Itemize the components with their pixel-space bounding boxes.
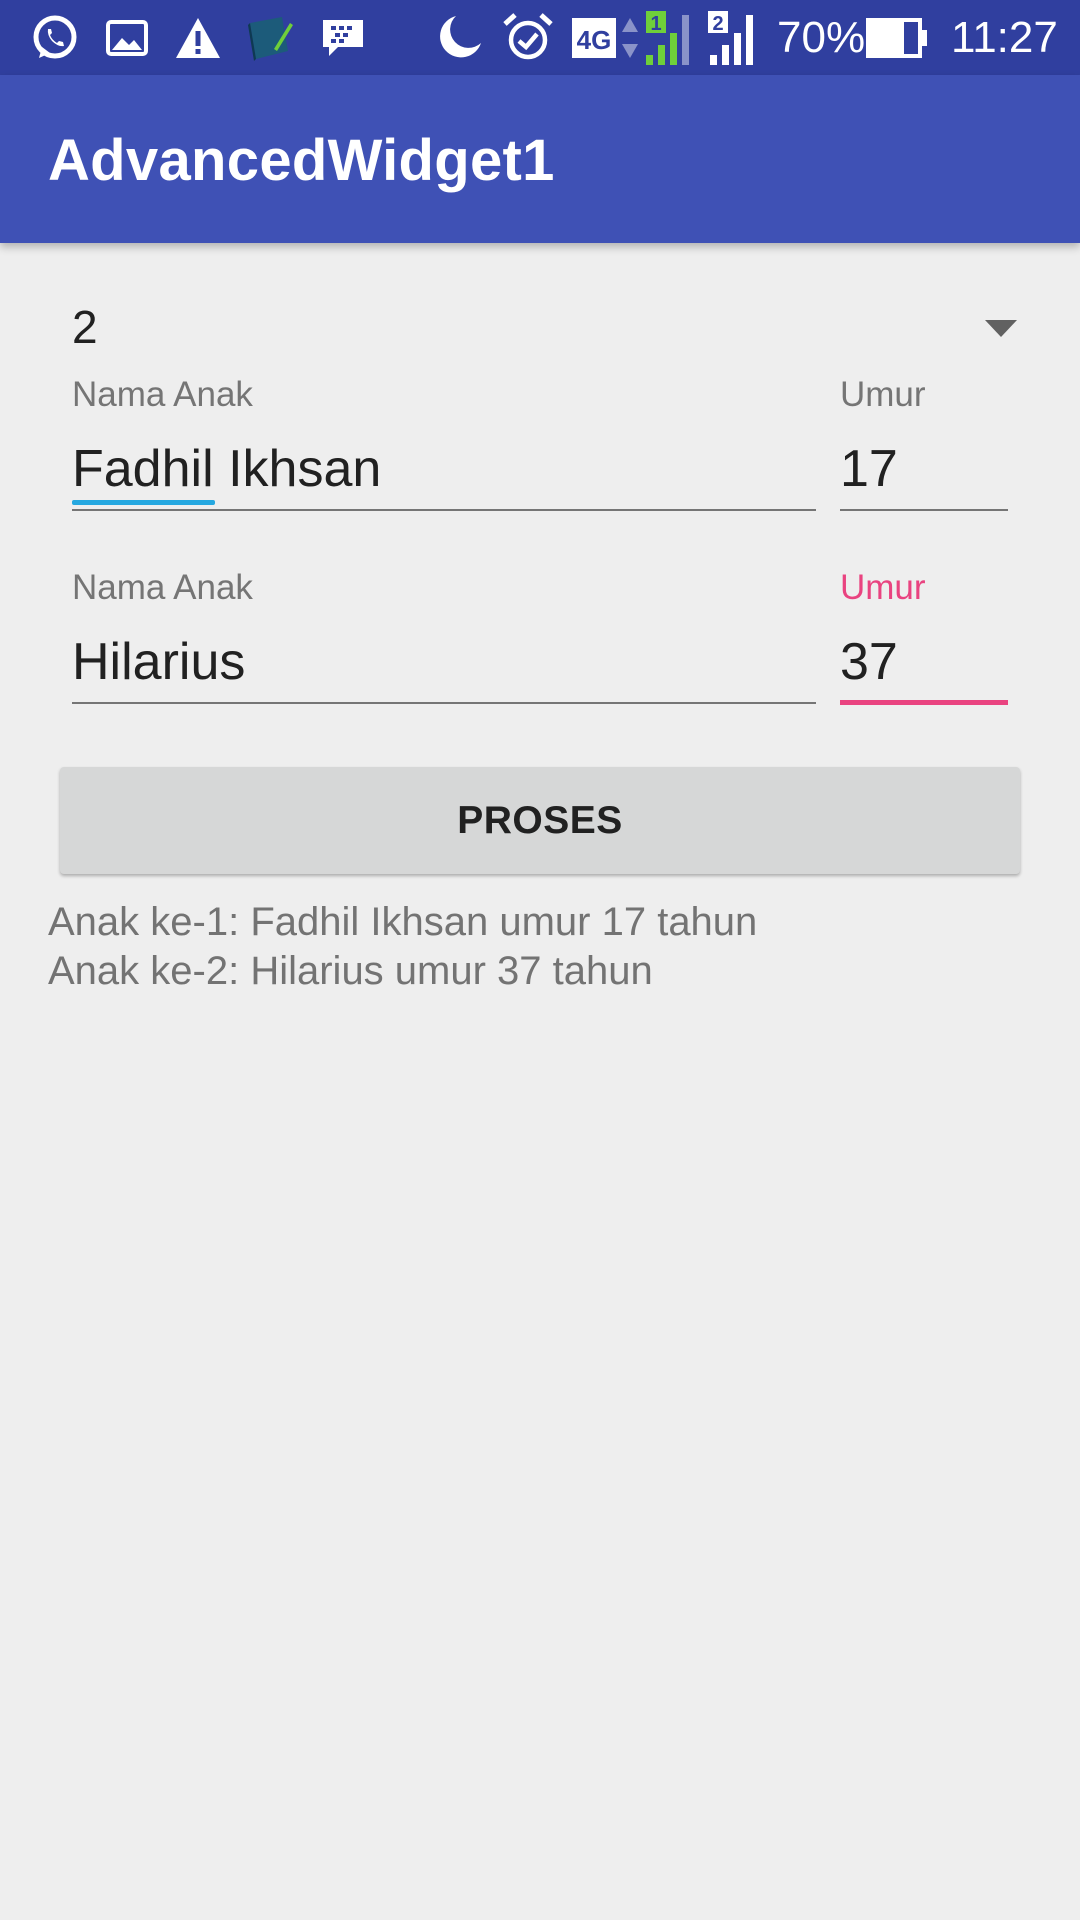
child-2-age-field: Umur [840,568,1008,708]
alarm-icon [502,12,554,64]
data-activity-icon [621,12,639,64]
child-1-age-field: Umur [840,375,1008,515]
result-line-1: Anak ke-1: Fadhil Ikhsan umur 17 tahun [48,900,758,944]
signal-sim2-icon: 2 [706,11,762,65]
child-2-name-field: Nama Anak [72,568,816,708]
dropdown-arrow-icon [985,320,1017,337]
child-1-name-underline [72,509,816,511]
svg-text:4G: 4G [577,25,612,55]
bbm-icon [318,12,368,64]
svg-text:2: 2 [712,13,723,35]
result-text: Anak ke-1: Fadhil Ikhsan umur 17 tahun A… [48,898,757,996]
child-2-name-underline [72,702,816,704]
moon-icon [432,12,486,64]
child-2-age-underline [840,700,1008,705]
signal-sim1-icon: 1 [642,11,698,65]
child-2-age-label: Umur [840,568,926,607]
battery-icon [866,12,928,64]
child-1-age-underline [840,509,1008,511]
spinner-value: 2 [72,301,98,353]
spellcheck-underline [72,500,215,505]
child-2-age-input[interactable] [840,626,1008,698]
clock: 11:27 [951,13,1058,62]
battery-percent: 70% [777,13,866,62]
child-1-name-field: Nama Anak [72,375,816,515]
book-app-icon [243,12,297,64]
child-1-name-label: Nama Anak [72,375,253,414]
warning-icon [173,12,223,64]
child-2-name-input[interactable] [72,626,816,698]
whatsapp-icon [28,12,82,64]
app-title: AdvancedWidget1 [48,128,555,193]
result-line-2: Anak ke-2: Hilarius umur 37 tahun [48,949,653,993]
network-4g-icon: 4G [572,12,616,64]
child-1-age-input[interactable] [840,433,1008,505]
status-bar: 4G 1 2 70% 11:27 [0,0,1080,75]
proses-button[interactable]: PROSES [60,767,1020,874]
child-1-age-label: Umur [840,375,926,414]
svg-text:1: 1 [650,13,661,35]
app-bar: AdvancedWidget1 [0,75,1080,243]
gallery-icon [104,12,150,64]
child-2-name-label: Nama Anak [72,568,253,607]
children-count-spinner[interactable]: 2 [48,290,1032,370]
child-1-name-input[interactable] [72,433,816,505]
